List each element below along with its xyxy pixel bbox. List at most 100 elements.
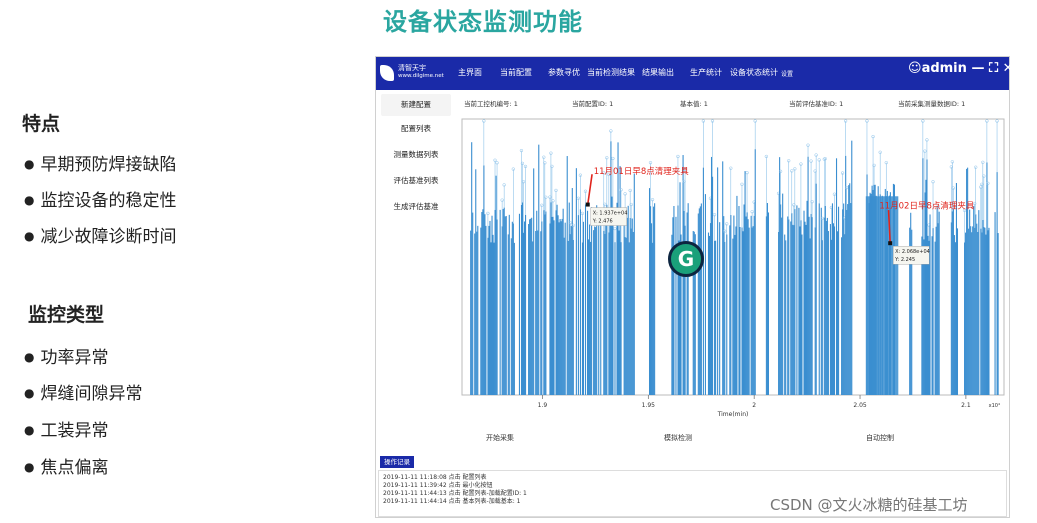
logo-icon xyxy=(380,65,394,81)
chart-bar xyxy=(954,242,956,395)
user-menu[interactable]: ☺admin — ⛶ ✕ xyxy=(908,61,1013,76)
sidebar-item-new-config[interactable]: 新建配置 xyxy=(381,94,451,116)
chart-bar xyxy=(550,202,552,395)
chart-bar xyxy=(982,219,984,395)
chart-bar xyxy=(836,231,839,395)
chart-bar xyxy=(983,227,985,395)
chart-bar xyxy=(563,237,565,395)
monitor-type-item: 功率异常 xyxy=(24,343,108,368)
nav-settings[interactable]: 设置 xyxy=(781,69,793,78)
chart-bar xyxy=(536,210,538,395)
chart-bar xyxy=(575,168,577,395)
chart-bar xyxy=(849,183,851,395)
chart-bar xyxy=(970,226,972,395)
nav-current-result[interactable]: 当前检测结果 xyxy=(587,67,635,78)
chart-bar xyxy=(799,226,801,395)
sidebar-item-measure-list[interactable]: 测量数据列表 xyxy=(381,144,451,166)
feature-item: 监控设备的稳定性 xyxy=(24,186,176,211)
chart-bar xyxy=(508,214,510,395)
chart-bar xyxy=(978,210,980,395)
x-tick-label: 1.95 xyxy=(642,402,656,409)
monitor-type-item: 工装异常 xyxy=(24,416,108,441)
chart-bar xyxy=(814,227,816,395)
chart-bar xyxy=(568,202,570,395)
chart-bar xyxy=(843,203,845,395)
chart-bar xyxy=(717,167,719,395)
start-collect-button[interactable]: 开始采集 xyxy=(486,433,514,443)
chart-bar xyxy=(511,221,513,395)
grammarly-badge-icon[interactable]: G xyxy=(668,241,704,277)
chart-bar xyxy=(823,217,825,395)
chart-bar xyxy=(835,158,838,395)
x-tick-label: 2.1 xyxy=(961,402,971,409)
features-heading: 特点 xyxy=(22,113,61,135)
simulate-detect-button[interactable]: 模拟检测 xyxy=(664,433,692,443)
x-axis-label: Time(min) xyxy=(717,411,749,418)
chart-bar xyxy=(996,172,998,395)
chart-bar xyxy=(533,168,535,395)
nav-production-stats[interactable]: 生产统计 xyxy=(690,67,722,78)
chart-bar xyxy=(698,208,700,395)
chart-bar xyxy=(541,221,543,395)
chart-bar xyxy=(483,165,485,395)
auto-control-button[interactable]: 自动控制 xyxy=(866,433,894,443)
chart-bar xyxy=(780,204,782,395)
chart-bar xyxy=(808,216,810,395)
chart-bar xyxy=(551,216,553,395)
chart-bar xyxy=(617,142,619,395)
chart-bar xyxy=(820,207,822,395)
chart-bar xyxy=(850,203,852,395)
chart-bar xyxy=(807,156,809,395)
chart-bar xyxy=(778,231,780,395)
chart-bar xyxy=(579,209,581,395)
chart-bar xyxy=(739,226,741,395)
chart-bar xyxy=(654,203,656,395)
sidebar-item-config-list[interactable]: 配置列表 xyxy=(381,118,451,140)
chart-bar xyxy=(545,211,547,395)
chart-bar xyxy=(910,212,912,395)
nav-param-optimize[interactable]: 参数寻优 xyxy=(548,67,580,78)
chart-bar xyxy=(572,239,574,395)
chart-bar xyxy=(953,235,955,395)
chart-bar xyxy=(490,242,492,395)
app-window: 清智天宇 www.dilgime.net 主界面 当前配置 参数寻优 当前检测结… xyxy=(375,56,1013,518)
nav-current-config[interactable]: 当前配置 xyxy=(500,67,532,78)
chart-bar xyxy=(528,224,530,395)
chart-bar xyxy=(829,224,831,395)
chart-bar xyxy=(630,228,632,395)
chart-bar xyxy=(950,222,952,395)
sidebar-item-eval-list[interactable]: 评估基准列表 xyxy=(381,170,451,192)
chart-bar xyxy=(677,205,679,395)
chart-bar xyxy=(743,204,745,395)
chart-bar xyxy=(935,226,937,395)
log-tab[interactable]: 操作记录 xyxy=(380,456,414,468)
chart-bar xyxy=(600,219,602,395)
monitor-type-item: 焊缝间隙异常 xyxy=(24,379,142,404)
chart-bar xyxy=(845,155,847,395)
nav-main[interactable]: 主界面 xyxy=(458,67,482,78)
nav-device-stats[interactable]: 设备状态统计 xyxy=(730,67,778,78)
chart-bar xyxy=(611,196,613,395)
chart-bar xyxy=(487,237,489,395)
chart-bar xyxy=(492,234,494,395)
chart-bar xyxy=(793,225,795,395)
chart-bar xyxy=(936,206,938,395)
datatip-text: X: 1.937e+04 xyxy=(593,211,628,217)
chart-bar xyxy=(821,240,823,395)
chart-bar xyxy=(625,237,627,395)
sidebar-item-gen-eval[interactable]: 生成评估基准 xyxy=(381,196,451,218)
window-controls[interactable]: — ⛶ ✕ xyxy=(971,61,1013,76)
chart-bar xyxy=(531,217,533,395)
chart-bar xyxy=(782,193,784,395)
chart-bar xyxy=(503,207,505,395)
chart-bar xyxy=(653,206,655,395)
chart-bar xyxy=(798,207,800,395)
chart-bar xyxy=(766,203,768,395)
user-icon: ☺ xyxy=(908,61,922,76)
chart-bar xyxy=(507,234,509,395)
chart-bar xyxy=(838,206,840,395)
nav-result-output[interactable]: 结果输出 xyxy=(642,67,674,78)
chart-bar xyxy=(733,215,735,395)
chart-bar xyxy=(562,208,564,395)
logo-text: 清智天宇 xyxy=(398,64,426,72)
